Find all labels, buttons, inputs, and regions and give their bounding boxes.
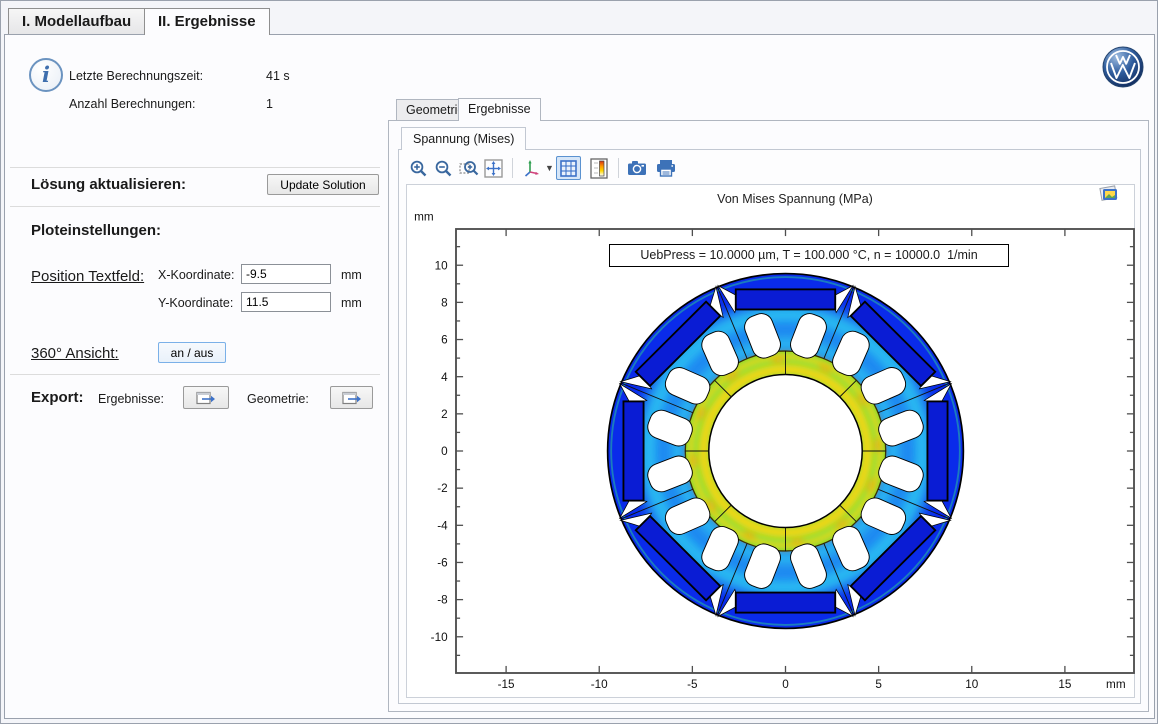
plot-settings-label: Ploteinstellungen: bbox=[31, 222, 161, 239]
grid-icon[interactable] bbox=[556, 156, 581, 180]
computation-count-label: Anzahl Berechnungen: bbox=[69, 97, 195, 111]
zoom-extents-icon[interactable] bbox=[481, 156, 506, 180]
computation-count-value: 1 bbox=[266, 97, 273, 111]
y-tick-label: -8 bbox=[437, 594, 447, 607]
x-tick-label: 10 bbox=[965, 678, 979, 691]
y-tick-label: 0 bbox=[441, 445, 448, 458]
toolbar-separator bbox=[618, 158, 619, 178]
y-tick-label: -6 bbox=[437, 557, 447, 570]
y-tick-label: -2 bbox=[437, 482, 447, 495]
vw-logo bbox=[1102, 46, 1144, 88]
y-coordinate-input[interactable] bbox=[241, 292, 331, 312]
y-axis-unit: mm bbox=[414, 211, 434, 224]
y-unit-label: mm bbox=[341, 296, 362, 310]
view-toggle-button[interactable]: an / aus bbox=[158, 342, 226, 363]
x-coordinate-label: X-Koordinate: bbox=[158, 268, 234, 282]
y-tick-label: -10 bbox=[431, 631, 448, 644]
magnet bbox=[736, 289, 835, 309]
x-coordinate-input[interactable] bbox=[241, 264, 331, 284]
axis-orientation-dropdown-caret[interactable]: ▼ bbox=[545, 163, 554, 173]
plot-annotation: UebPress = 10.0000 µm, T = 100.000 °C, n… bbox=[609, 244, 1009, 267]
info-icon: i bbox=[29, 58, 63, 92]
y-tick-label: 4 bbox=[441, 371, 448, 384]
export-geometry-label: Geometrie: bbox=[247, 392, 309, 406]
divider bbox=[10, 206, 380, 207]
plot-toolbar: ▼ bbox=[406, 153, 1126, 183]
export-results-label: Ergebnisse: bbox=[98, 392, 164, 406]
export-results-button[interactable] bbox=[183, 386, 229, 409]
zoom-in-icon[interactable] bbox=[406, 156, 431, 180]
magnet bbox=[623, 401, 643, 500]
zoom-out-icon[interactable] bbox=[431, 156, 456, 180]
export-icon bbox=[342, 391, 362, 405]
export-icon bbox=[196, 391, 216, 405]
x-axis-unit: mm bbox=[1106, 678, 1126, 691]
tab-ergebnisse[interactable]: II. Ergebnisse bbox=[144, 8, 270, 35]
last-computation-value: 41 s bbox=[266, 69, 290, 83]
x-tick-label: -5 bbox=[687, 678, 698, 691]
y-tick-label: 10 bbox=[435, 259, 449, 272]
plot-title: Von Mises Spannung (MPa) bbox=[456, 192, 1134, 206]
plot-axes: -15-10-5051015-10-8-6-4-20246810mmmm bbox=[456, 229, 1134, 673]
x-tick-label: -10 bbox=[591, 678, 608, 691]
toolbar-separator bbox=[512, 158, 513, 178]
printer-icon[interactable] bbox=[654, 156, 679, 180]
last-computation-label: Letzte Berechnungszeit: bbox=[69, 69, 203, 83]
magnet-group bbox=[718, 286, 853, 313]
snapshot-icon[interactable] bbox=[1098, 184, 1120, 204]
viewer-tab-ergebnisse[interactable]: Ergebnisse bbox=[458, 98, 541, 121]
divider bbox=[10, 167, 380, 168]
rotor-cross-section bbox=[608, 274, 964, 629]
axis-orientation-icon[interactable] bbox=[519, 156, 544, 180]
magnet-group bbox=[924, 384, 951, 519]
export-geometry-button[interactable] bbox=[330, 386, 373, 409]
x-tick-label: -15 bbox=[498, 678, 515, 691]
magnet-group bbox=[718, 589, 853, 616]
magnet bbox=[927, 401, 947, 500]
y-tick-label: 8 bbox=[441, 296, 448, 309]
update-solution-button[interactable]: Update Solution bbox=[267, 174, 379, 195]
y-coordinate-label: Y-Koordinate: bbox=[158, 296, 233, 310]
y-tick-label: 2 bbox=[441, 408, 448, 421]
zoom-box-icon[interactable] bbox=[456, 156, 481, 180]
x-tick-label: 0 bbox=[782, 678, 789, 691]
app-window: I. Modellaufbau II. Ergebnisse i Letzte … bbox=[0, 0, 1158, 724]
magnet-group bbox=[620, 384, 647, 519]
color-legend-icon[interactable] bbox=[587, 156, 612, 180]
position-textfeld-link[interactable]: Position Textfeld: bbox=[31, 268, 144, 285]
shaft-bore bbox=[709, 374, 862, 527]
update-section-label: Lösung aktualisieren: bbox=[31, 176, 186, 193]
x-tick-label: 5 bbox=[875, 678, 882, 691]
y-tick-label: 6 bbox=[441, 334, 448, 347]
view-360-link[interactable]: 360° Ansicht: bbox=[31, 345, 119, 362]
divider bbox=[10, 374, 380, 375]
magnet bbox=[736, 593, 835, 613]
tab-modellaufbau[interactable]: I. Modellaufbau bbox=[8, 8, 145, 34]
y-tick-label: -4 bbox=[437, 519, 448, 532]
x-unit-label: mm bbox=[341, 268, 362, 282]
plot-tab-spannung-mises[interactable]: Spannung (Mises) bbox=[401, 127, 526, 150]
x-tick-label: 15 bbox=[1058, 678, 1072, 691]
camera-icon[interactable] bbox=[625, 156, 650, 180]
export-label: Export: bbox=[31, 389, 84, 406]
